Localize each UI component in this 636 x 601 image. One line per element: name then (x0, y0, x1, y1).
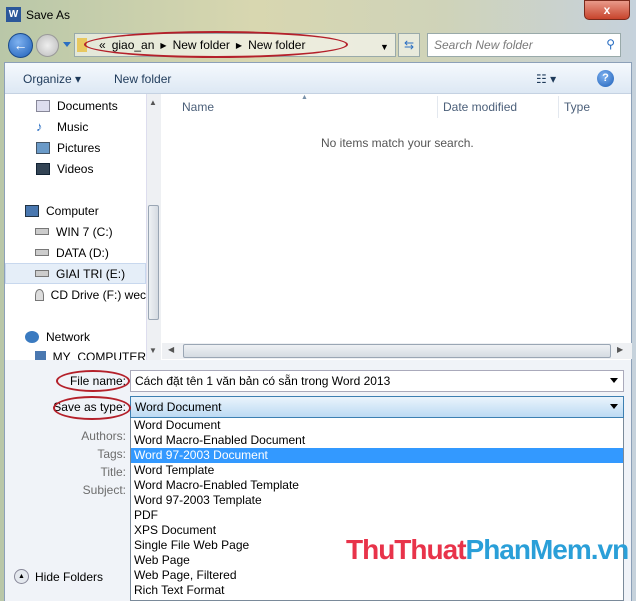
save-as-type-dropdown-list: Word Document Word Macro-Enabled Document… (130, 418, 624, 601)
search-icon[interactable]: ⚲ (606, 37, 615, 51)
nav-item-videos[interactable]: Videos (5, 158, 146, 179)
computer-icon (25, 204, 39, 217)
scroll-down-icon[interactable]: ▼ (149, 346, 157, 355)
watermark-logo: ThuThuatPhanMem.vn (346, 534, 629, 565)
empty-message: No items match your search. (321, 136, 474, 150)
history-dropdown-icon[interactable] (63, 42, 71, 51)
annotation-ellipse (84, 31, 348, 58)
navigation-pane: Documents ♪ Music Pictures Videos Compute… (5, 94, 146, 360)
word-app-icon: W (6, 7, 21, 22)
nav-label: GIAI TRI (E:) (56, 266, 126, 281)
save-as-type-select[interactable]: Word Document (130, 396, 624, 418)
type-option[interactable]: Rich Text Format (131, 583, 623, 598)
chevron-down-icon[interactable] (610, 378, 618, 387)
title-label: Title: (100, 465, 126, 479)
nav-item-drive-d[interactable]: DATA (D:) (5, 242, 146, 263)
help-icon[interactable]: ? (597, 70, 614, 87)
authors-label: Authors: (81, 429, 126, 443)
new-folder-button[interactable]: New folder (114, 72, 171, 86)
view-options-button[interactable]: ☷ ▾ (536, 72, 556, 86)
type-option[interactable]: Word Document (131, 418, 623, 433)
nav-label: MY_COMPUTER (52, 349, 146, 361)
forward-button[interactable] (36, 34, 59, 57)
sort-arrow-icon: ▲ (301, 94, 308, 101)
chevron-down-icon[interactable] (610, 404, 618, 413)
save-as-type-value: Word Document (135, 400, 222, 414)
annotation-ellipse (56, 370, 130, 392)
pictures-icon (36, 141, 50, 154)
nav-item-my-computer[interactable]: MY_COMPUTER (5, 346, 146, 360)
horizontal-scrollbar-thumb[interactable] (183, 344, 611, 358)
nav-label: Pictures (57, 140, 101, 155)
nav-item-documents[interactable]: Documents (5, 95, 146, 116)
nav-label: Computer (46, 203, 99, 218)
scroll-left-icon[interactable]: ◀ (168, 345, 174, 354)
chevron-up-icon: ▲ (14, 569, 29, 584)
address-dropdown-icon[interactable]: ▼ (380, 42, 389, 52)
type-option[interactable]: Word Macro-Enabled Template (131, 478, 623, 493)
column-divider[interactable] (558, 96, 559, 118)
search-input[interactable]: Search New folder ⚲ (427, 33, 621, 57)
nav-label: DATA (D:) (56, 245, 109, 260)
nav-item-pictures[interactable]: Pictures (5, 137, 146, 158)
drive-icon (35, 249, 49, 256)
nav-item-computer[interactable]: Computer (5, 200, 146, 221)
type-option[interactable]: Web Page, Filtered (131, 568, 623, 583)
nav-scrollbar-thumb[interactable] (148, 205, 159, 320)
nav-item-drive-c[interactable]: WIN 7 (C:) (5, 221, 146, 242)
file-name-input[interactable]: Cách đặt tên 1 văn bản có sẵn trong Word… (130, 370, 624, 392)
subject-label: Subject: (82, 483, 126, 497)
nav-label: Documents (57, 98, 118, 113)
computer-icon (35, 350, 46, 360)
search-placeholder: Search New folder (434, 38, 533, 52)
type-option[interactable]: Word 97-2003 Template (131, 493, 623, 508)
nav-label: WIN 7 (C:) (56, 224, 113, 239)
file-name-value: Cách đặt tên 1 văn bản có sẵn trong Word… (135, 374, 391, 388)
nav-label: Music (57, 119, 89, 134)
type-option[interactable]: PDF (131, 508, 623, 523)
column-header-type[interactable]: Type (564, 100, 590, 114)
nav-label: CD Drive (F:) wec (50, 287, 146, 302)
nav-label: Videos (57, 161, 94, 176)
nav-item-network[interactable]: Network (5, 326, 146, 347)
scroll-up-icon[interactable]: ▲ (149, 98, 157, 107)
annotation-ellipse (53, 396, 131, 420)
nav-label: Network (46, 329, 91, 344)
hide-folders-button[interactable]: ▲ Hide Folders (14, 569, 103, 584)
nav-item-drive-e[interactable]: GIAI TRI (E:) (5, 263, 146, 284)
documents-icon (36, 99, 50, 112)
drive-icon (35, 270, 49, 277)
column-header-name[interactable]: Name (182, 100, 214, 114)
back-button[interactable]: ← (8, 33, 33, 58)
hide-folders-label: Hide Folders (35, 569, 104, 584)
type-option[interactable]: Word 97-2003 Document (131, 448, 623, 463)
drive-icon (35, 228, 49, 235)
close-button[interactable]: x (584, 0, 630, 20)
scroll-right-icon[interactable]: ▶ (617, 345, 623, 354)
type-option[interactable]: Word Template (131, 463, 623, 478)
organize-button[interactable]: Organize ▾ (23, 72, 81, 86)
column-divider[interactable] (437, 96, 438, 118)
refresh-button[interactable]: ⇆ (398, 33, 420, 57)
network-icon (25, 330, 39, 343)
videos-icon (36, 162, 50, 175)
tags-label: Tags: (97, 447, 126, 461)
cd-drive-icon (35, 288, 44, 301)
column-header-date[interactable]: Date modified (443, 100, 517, 114)
music-icon: ♪ (36, 118, 43, 134)
nav-item-drive-f[interactable]: CD Drive (F:) wec (5, 284, 146, 305)
nav-item-music[interactable]: ♪ Music (5, 116, 146, 137)
type-option[interactable]: Word Macro-Enabled Document (131, 433, 623, 448)
window-title: Save As (26, 8, 71, 22)
